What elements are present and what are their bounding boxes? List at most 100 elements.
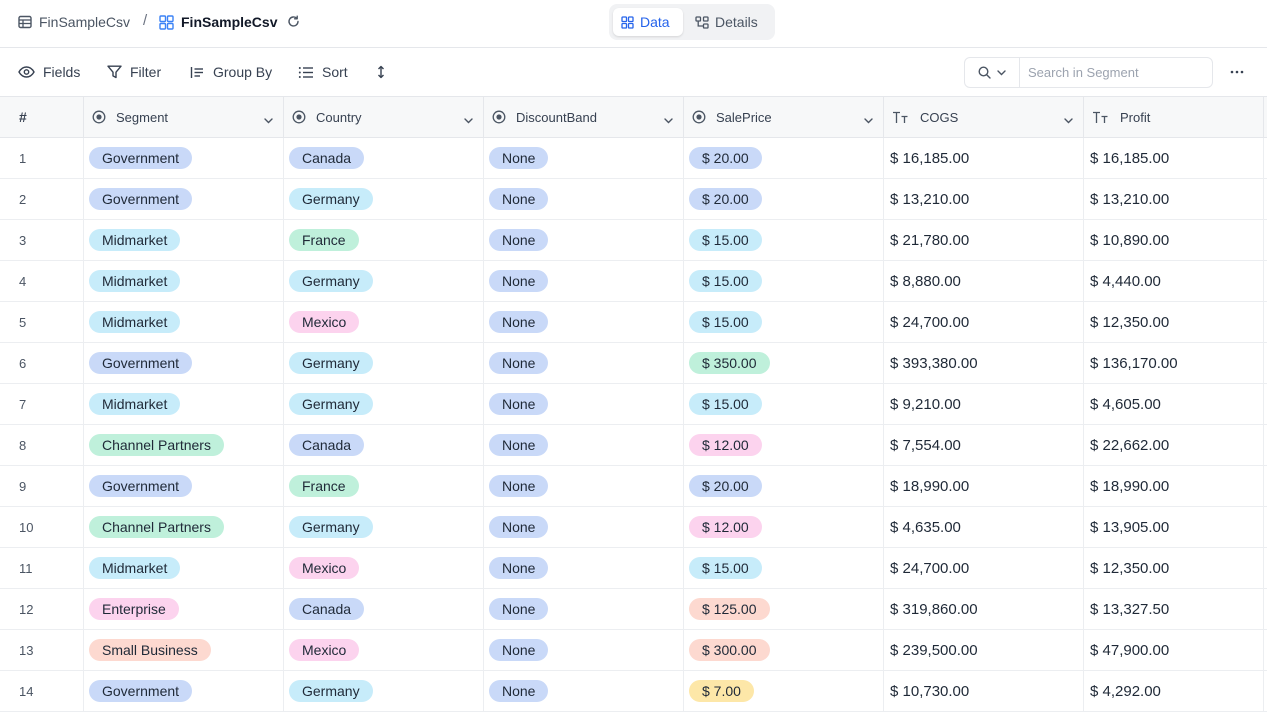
profit-cell[interactable]: $ 13,327.50 — [1084, 589, 1264, 629]
profit-cell[interactable]: $ 4,292.00 — [1084, 671, 1264, 711]
table-row[interactable]: 3 Midmarket France None $ 15.00 $ 21,780.00 $ … — [0, 220, 1267, 261]
profit-cell[interactable]: $ 13,210.00 — [1084, 179, 1264, 219]
discount-band-cell[interactable]: None — [484, 589, 684, 629]
sale-price-cell[interactable]: $ 15.00 — [684, 302, 884, 342]
table-row[interactable]: 12 Enterprise Canada None $ 125.00 $ 319,860.… — [0, 589, 1267, 630]
segment-cell[interactable]: Small Business — [84, 630, 284, 670]
discount-band-cell[interactable]: None — [484, 384, 684, 424]
segment-cell[interactable]: Midmarket — [84, 302, 284, 342]
profit-cell[interactable]: $ 12,350.00 — [1084, 548, 1264, 588]
country-cell[interactable]: Canada — [284, 589, 484, 629]
table-row[interactable]: 6 Government Germany None $ 350.00 $ 393,380.… — [0, 343, 1267, 384]
cogs-cell[interactable]: $ 21,780.00 — [884, 220, 1084, 260]
profit-cell[interactable]: $ 16,185.00 — [1084, 138, 1264, 178]
discount-band-cell[interactable]: None — [484, 138, 684, 178]
discount-band-cell[interactable]: None — [484, 425, 684, 465]
profit-cell[interactable]: $ 18,990.00 — [1084, 466, 1264, 506]
more-options-button[interactable] — [1227, 64, 1247, 80]
chevron-down-icon[interactable] — [664, 112, 673, 127]
cogs-cell[interactable]: $ 13,210.00 — [884, 179, 1084, 219]
table-row[interactable]: 10 Channel Partners Germany None $ 12.00 $ 4,… — [0, 507, 1267, 548]
table-row[interactable]: 13 Small Business Mexico None $ 300.00 $ 239,… — [0, 630, 1267, 671]
column-header-saleprice[interactable]: SalePrice — [684, 97, 884, 137]
cogs-cell[interactable]: $ 18,990.00 — [884, 466, 1084, 506]
chevron-down-icon[interactable] — [1064, 112, 1073, 127]
chevron-down-icon[interactable] — [264, 112, 273, 127]
table-row[interactable]: 14 Government Germany None $ 7.00 $ 10,730.00… — [0, 671, 1267, 712]
country-cell[interactable]: Germany — [284, 343, 484, 383]
country-cell[interactable]: Canada — [284, 425, 484, 465]
table-row[interactable]: 9 Government France None $ 20.00 $ 18,990.00 $… — [0, 466, 1267, 507]
segment-cell[interactable]: Government — [84, 179, 284, 219]
sale-price-cell[interactable]: $ 350.00 — [684, 343, 884, 383]
tab-details[interactable]: Details — [687, 8, 771, 36]
cogs-cell[interactable]: $ 16,185.00 — [884, 138, 1084, 178]
profit-cell[interactable]: $ 136,170.00 — [1084, 343, 1264, 383]
discount-band-cell[interactable]: None — [484, 466, 684, 506]
segment-cell[interactable]: Midmarket — [84, 261, 284, 301]
sale-price-cell[interactable]: $ 15.00 — [684, 384, 884, 424]
column-header-segment[interactable]: Segment — [84, 97, 284, 137]
fields-button[interactable]: Fields — [18, 62, 80, 82]
table-row[interactable]: 5 Midmarket Mexico None $ 15.00 $ 24,700.00 $ … — [0, 302, 1267, 343]
country-cell[interactable]: France — [284, 466, 484, 506]
table-row[interactable]: 1 Government Canada None $ 20.00 $ 16,185.00 $… — [0, 138, 1267, 179]
cogs-cell[interactable]: $ 24,700.00 — [884, 548, 1084, 588]
search-field-selector[interactable] — [965, 58, 1020, 87]
segment-cell[interactable]: Government — [84, 138, 284, 178]
column-header-row-number[interactable]: # — [0, 97, 84, 137]
discount-band-cell[interactable]: None — [484, 302, 684, 342]
segment-cell[interactable]: Midmarket — [84, 548, 284, 588]
cogs-cell[interactable]: $ 10,730.00 — [884, 671, 1084, 711]
segment-cell[interactable]: Government — [84, 671, 284, 711]
sale-price-cell[interactable]: $ 7.00 — [684, 671, 884, 711]
table-row[interactable]: 8 Channel Partners Canada None $ 12.00 $ 7,55… — [0, 425, 1267, 466]
cogs-cell[interactable]: $ 319,860.00 — [884, 589, 1084, 629]
filter-button[interactable]: Filter — [107, 62, 161, 82]
sale-price-cell[interactable]: $ 20.00 — [684, 179, 884, 219]
cogs-cell[interactable]: $ 8,880.00 — [884, 261, 1084, 301]
discount-band-cell[interactable]: None — [484, 548, 684, 588]
cogs-cell[interactable]: $ 24,700.00 — [884, 302, 1084, 342]
sale-price-cell[interactable]: $ 20.00 — [684, 466, 884, 506]
sale-price-cell[interactable]: $ 12.00 — [684, 425, 884, 465]
breadcrumb-base[interactable]: FinSampleCsv — [18, 0, 130, 44]
sale-price-cell[interactable]: $ 15.00 — [684, 220, 884, 260]
sale-price-cell[interactable]: $ 12.00 — [684, 507, 884, 547]
discount-band-cell[interactable]: None — [484, 630, 684, 670]
country-cell[interactable]: Mexico — [284, 302, 484, 342]
breadcrumb-table[interactable]: FinSampleCsv — [159, 0, 277, 44]
sale-price-cell[interactable]: $ 15.00 — [684, 548, 884, 588]
cogs-cell[interactable]: $ 4,635.00 — [884, 507, 1084, 547]
segment-cell[interactable]: Channel Partners — [84, 425, 284, 465]
table-row[interactable]: 4 Midmarket Germany None $ 15.00 $ 8,880.00 $ … — [0, 261, 1267, 302]
profit-cell[interactable]: $ 13,905.00 — [1084, 507, 1264, 547]
segment-cell[interactable]: Midmarket — [84, 384, 284, 424]
sale-price-cell[interactable]: $ 125.00 — [684, 589, 884, 629]
country-cell[interactable]: Germany — [284, 261, 484, 301]
profit-cell[interactable]: $ 12,350.00 — [1084, 302, 1264, 342]
group-by-button[interactable]: Group By — [190, 62, 272, 82]
cogs-cell[interactable]: $ 7,554.00 — [884, 425, 1084, 465]
country-cell[interactable]: Germany — [284, 507, 484, 547]
profit-cell[interactable]: $ 47,900.00 — [1084, 630, 1264, 670]
column-header-cogs[interactable]: COGS — [884, 97, 1084, 137]
country-cell[interactable]: Mexico — [284, 630, 484, 670]
column-header-profit[interactable]: Profit — [1084, 97, 1264, 137]
country-cell[interactable]: France — [284, 220, 484, 260]
table-row[interactable]: 11 Midmarket Mexico None $ 15.00 $ 24,700.00 $… — [0, 548, 1267, 589]
cogs-cell[interactable]: $ 239,500.00 — [884, 630, 1084, 670]
segment-cell[interactable]: Channel Partners — [84, 507, 284, 547]
segment-cell[interactable]: Government — [84, 466, 284, 506]
sale-price-cell[interactable]: $ 20.00 — [684, 138, 884, 178]
chevron-down-icon[interactable] — [864, 112, 873, 127]
discount-band-cell[interactable]: None — [484, 507, 684, 547]
country-cell[interactable]: Mexico — [284, 548, 484, 588]
country-cell[interactable]: Germany — [284, 671, 484, 711]
sale-price-cell[interactable]: $ 300.00 — [684, 630, 884, 670]
column-header-country[interactable]: Country — [284, 97, 484, 137]
table-row[interactable]: 2 Government Germany None $ 20.00 $ 13,210.00… — [0, 179, 1267, 220]
discount-band-cell[interactable]: None — [484, 343, 684, 383]
sale-price-cell[interactable]: $ 15.00 — [684, 261, 884, 301]
segment-cell[interactable]: Government — [84, 343, 284, 383]
